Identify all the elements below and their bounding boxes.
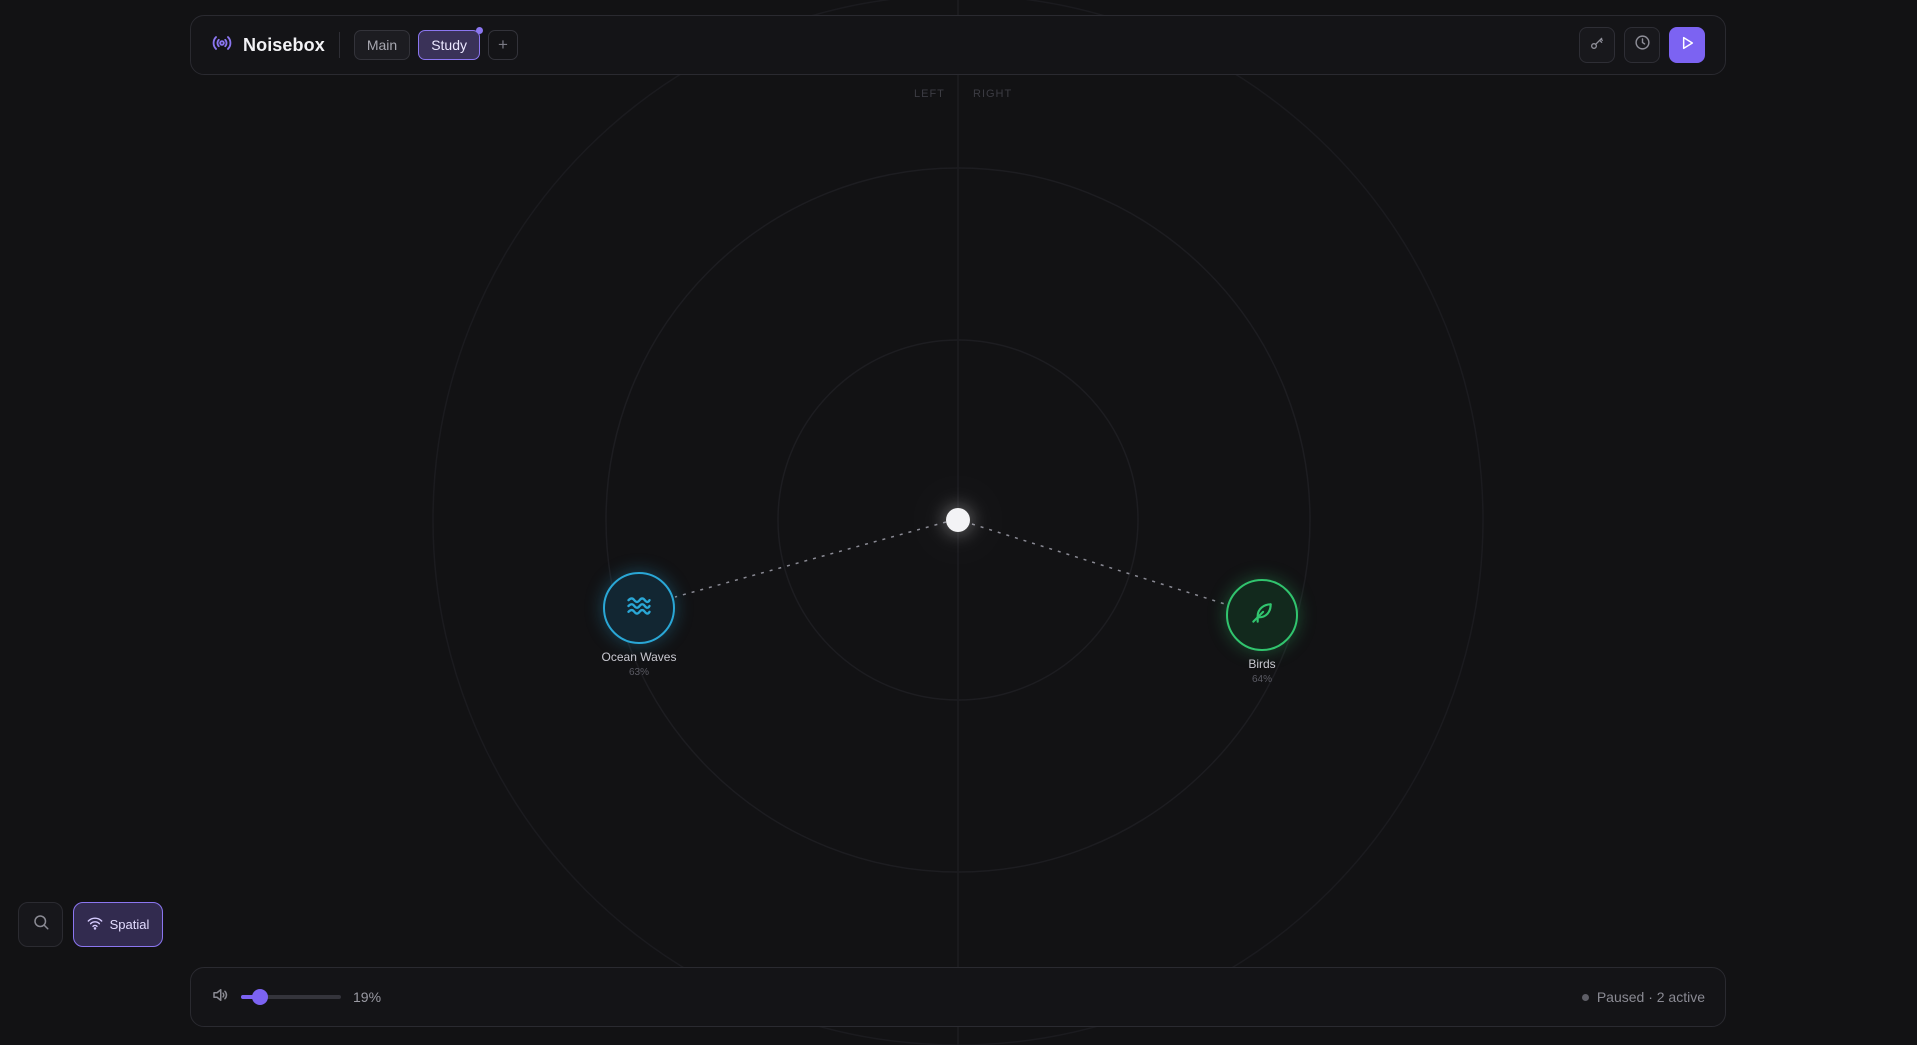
link-line-ocean — [674, 521, 947, 598]
speaker-icon[interactable] — [211, 986, 229, 1009]
search-icon — [32, 913, 50, 936]
play-icon — [1679, 35, 1695, 56]
key-icon — [1589, 35, 1605, 56]
app-window: LEFT RIGHT Noisebox Main Study + Ocean W… — [0, 0, 1917, 1045]
timer-button[interactable] — [1624, 27, 1660, 63]
volume-thumb[interactable] — [252, 989, 268, 1005]
wifi-icon — [87, 916, 103, 933]
status-dot — [1581, 993, 1589, 1001]
status-text: Paused · 2 active — [1596, 989, 1705, 1005]
divider — [338, 32, 340, 58]
left-channel-label: LEFT — [914, 88, 945, 100]
sound-name-birds: Birds — [1248, 657, 1276, 671]
app-title: Noisebox — [243, 34, 325, 55]
brand: Noisebox — [211, 32, 325, 59]
listener-handle[interactable] — [946, 508, 970, 532]
clock-icon — [1634, 34, 1651, 56]
add-tab-button[interactable]: + — [488, 30, 518, 60]
master-volume-value: 19% — [353, 989, 382, 1005]
search-button[interactable] — [18, 902, 63, 947]
waves-icon — [625, 592, 653, 625]
play-button[interactable] — [1669, 27, 1705, 63]
sound-node-ocean-waves[interactable] — [603, 572, 675, 644]
tab-indicator — [476, 27, 483, 34]
link-line-birds — [971, 523, 1229, 606]
master-volume-slider[interactable] — [241, 989, 341, 1005]
right-channel-label: RIGHT — [973, 88, 1013, 100]
playback-status: Paused · 2 active — [1581, 989, 1705, 1005]
sound-volume-birds: 64% — [1251, 674, 1272, 685]
top-bar: Noisebox Main Study + — [190, 15, 1726, 75]
spatial-toggle[interactable]: Spatial — [73, 902, 163, 947]
sound-volume-ocean-waves: 63% — [628, 667, 649, 678]
key-button[interactable] — [1579, 27, 1615, 63]
broadcast-icon — [211, 32, 233, 59]
sound-node-birds[interactable] — [1226, 579, 1298, 651]
tab-main[interactable]: Main — [353, 30, 411, 60]
sound-name-ocean-waves: Ocean Waves — [601, 650, 677, 664]
bottom-bar: 19% Paused · 2 active — [190, 967, 1726, 1027]
tab-label: Study — [431, 37, 467, 53]
tab-study[interactable]: Study — [418, 27, 483, 60]
feather-icon — [1249, 600, 1275, 631]
spatial-label: Spatial — [109, 917, 150, 932]
